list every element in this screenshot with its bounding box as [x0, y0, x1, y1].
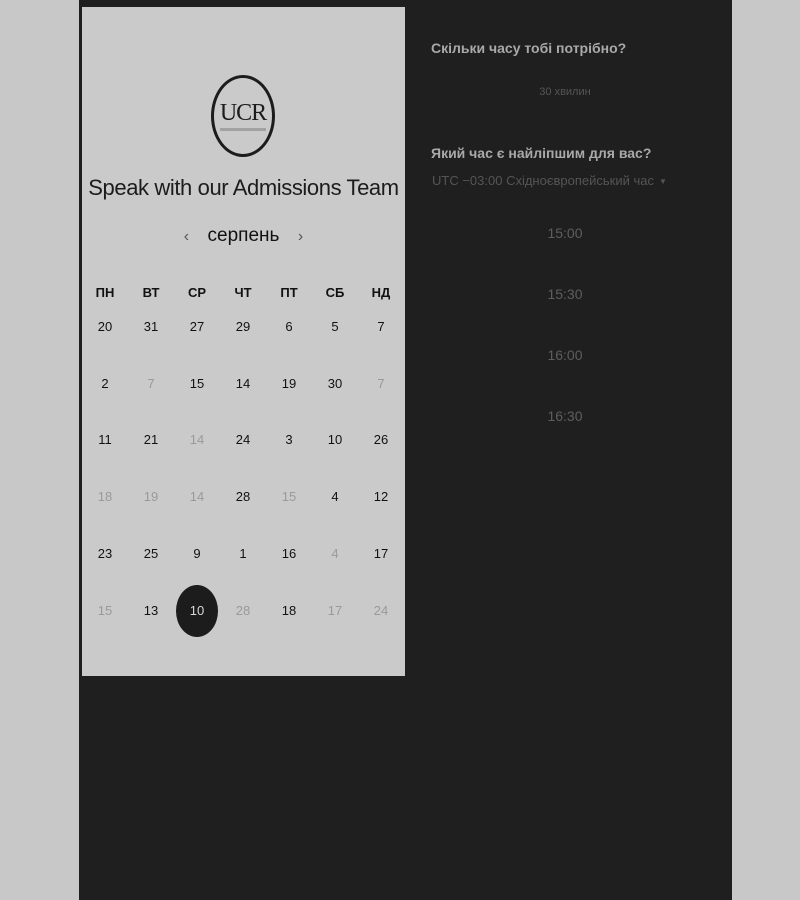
weekday-header: ПН — [95, 285, 115, 300]
calendar-day[interactable]: 25 — [128, 534, 174, 574]
weekday-header: НД — [371, 285, 391, 300]
calendar-day: 28 — [235, 602, 251, 618]
calendar-day[interactable]: 31 — [128, 307, 174, 347]
time-slot[interactable]: 15:30 — [520, 286, 610, 302]
calendar-day[interactable]: 12 — [358, 477, 404, 517]
calendar-day[interactable]: 29 — [220, 307, 266, 347]
calendar-day[interactable]: 3 — [266, 420, 312, 460]
calendar-day[interactable]: 9 — [174, 534, 220, 574]
calendar-day[interactable]: 18 — [266, 591, 312, 631]
calendar-day[interactable]: 5 — [312, 307, 358, 347]
calendar-day[interactable]: 30 — [312, 364, 358, 404]
calendar-day[interactable]: 10 — [312, 420, 358, 460]
calendar-day: 7 — [377, 375, 385, 391]
calendar-day[interactable]: 16 — [266, 534, 312, 574]
calendar-day[interactable]: 4 — [312, 477, 358, 517]
calendar-day: 14 — [189, 489, 205, 505]
time-question: Який час є найліпшим для вас? — [431, 145, 652, 161]
weekday-header: ВТ — [142, 285, 160, 300]
calendar-day[interactable]: 26 — [358, 420, 404, 460]
calendar-day: 19 — [143, 489, 159, 505]
calendar-day[interactable]: 11 — [82, 420, 128, 460]
calendar-day[interactable]: 7 — [358, 307, 404, 347]
selected-day[interactable]: 10 — [174, 591, 220, 631]
timezone-label: UTC −03:00 Східноєвропейський час — [432, 173, 654, 188]
time-slot[interactable]: 16:30 — [520, 408, 610, 424]
weekday-header: СР — [187, 285, 207, 300]
prev-month-button[interactable]: ‹ — [184, 228, 189, 246]
time-slot[interactable]: 15:00 — [520, 225, 610, 241]
calendar-day[interactable]: 17 — [358, 534, 404, 574]
calendar-day: 15 — [97, 602, 113, 618]
calendar-day[interactable]: 14 — [220, 364, 266, 404]
calendar-day[interactable]: 6 — [266, 307, 312, 347]
logo-text: UCR — [219, 100, 267, 126]
calendar-day[interactable]: 28 — [220, 477, 266, 517]
calendar-day[interactable]: 13 — [128, 591, 174, 631]
calendar-day: 18 — [97, 489, 113, 505]
calendar-day[interactable]: 19 — [266, 364, 312, 404]
calendar-day[interactable]: 2 — [82, 364, 128, 404]
calendar-day[interactable]: 15 — [174, 364, 220, 404]
month-label: серпень — [207, 225, 280, 246]
duration-option[interactable]: 30 хвилин — [520, 86, 610, 98]
calendar-day[interactable]: 23 — [82, 534, 128, 574]
next-month-button[interactable]: › — [298, 228, 303, 246]
weekday-header: ПТ — [280, 285, 298, 300]
calendar-day: 7 — [147, 375, 155, 391]
calendar-day: 17 — [327, 602, 343, 618]
duration-question: Скільки часу тобі потрібно? — [431, 40, 627, 56]
calendar-day: 14 — [189, 432, 205, 448]
calendar-day[interactable]: 24 — [220, 420, 266, 460]
weekday-header: СБ — [325, 285, 345, 300]
ucr-logo: UCR — [211, 75, 275, 157]
calendar-day: 24 — [373, 602, 389, 618]
chevron-down-icon: ▼ — [658, 177, 667, 187]
calendar-day: 4 — [331, 545, 339, 561]
timezone-select[interactable]: UTC −03:00 Східноєвропейський час ▼ — [432, 173, 667, 188]
calendar-day[interactable]: 21 — [128, 420, 174, 460]
weekday-header: ЧТ — [234, 285, 252, 300]
logo-tagline-mark — [220, 128, 266, 131]
time-slot[interactable]: 16:00 — [520, 347, 610, 363]
calendar-day[interactable]: 27 — [174, 307, 220, 347]
calendar-day[interactable]: 1 — [220, 534, 266, 574]
calendar-day[interactable]: 20 — [82, 307, 128, 347]
page-title: Speak with our Admissions Team — [88, 175, 399, 200]
calendar-day: 15 — [281, 489, 297, 505]
month-navigation: ‹ серпень › — [82, 225, 405, 251]
